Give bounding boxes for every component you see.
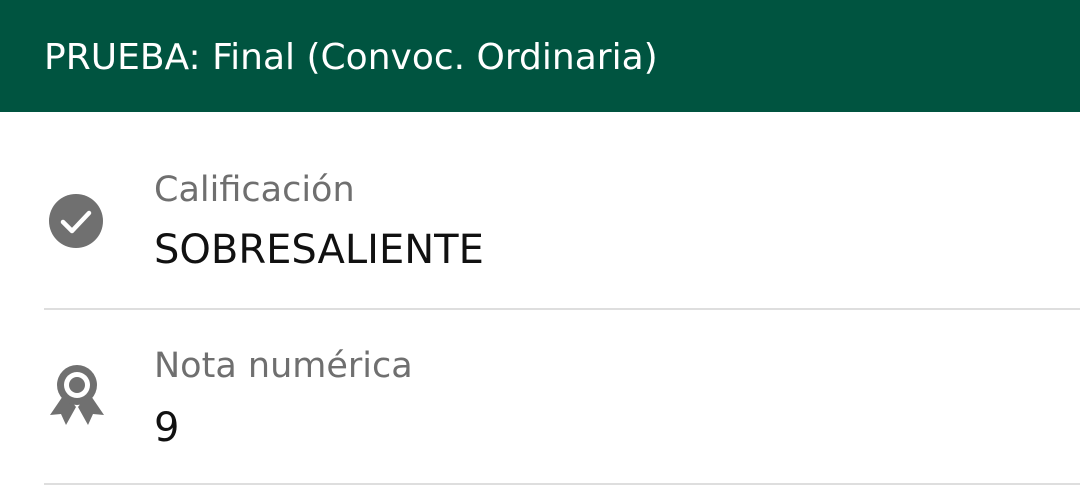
page-title: PRUEBA: Final (Convoc. Ordinaria) xyxy=(44,37,658,78)
numeric-grade-value: 9 xyxy=(154,405,180,451)
award-ribbon-icon xyxy=(46,363,108,429)
numeric-grade-label: Nota numérica xyxy=(154,346,413,386)
row-divider xyxy=(44,483,1080,485)
check-circle-icon xyxy=(48,193,104,249)
app-header: PRUEBA: Final (Convoc. Ordinaria) xyxy=(0,0,1080,112)
grade-value: SOBRESALIENTE xyxy=(154,227,484,273)
numeric-grade-row: Nota numérica 9 xyxy=(0,310,1080,485)
grade-row: Calificación SOBRESALIENTE xyxy=(0,112,1080,310)
grade-label: Calificación xyxy=(154,170,355,210)
